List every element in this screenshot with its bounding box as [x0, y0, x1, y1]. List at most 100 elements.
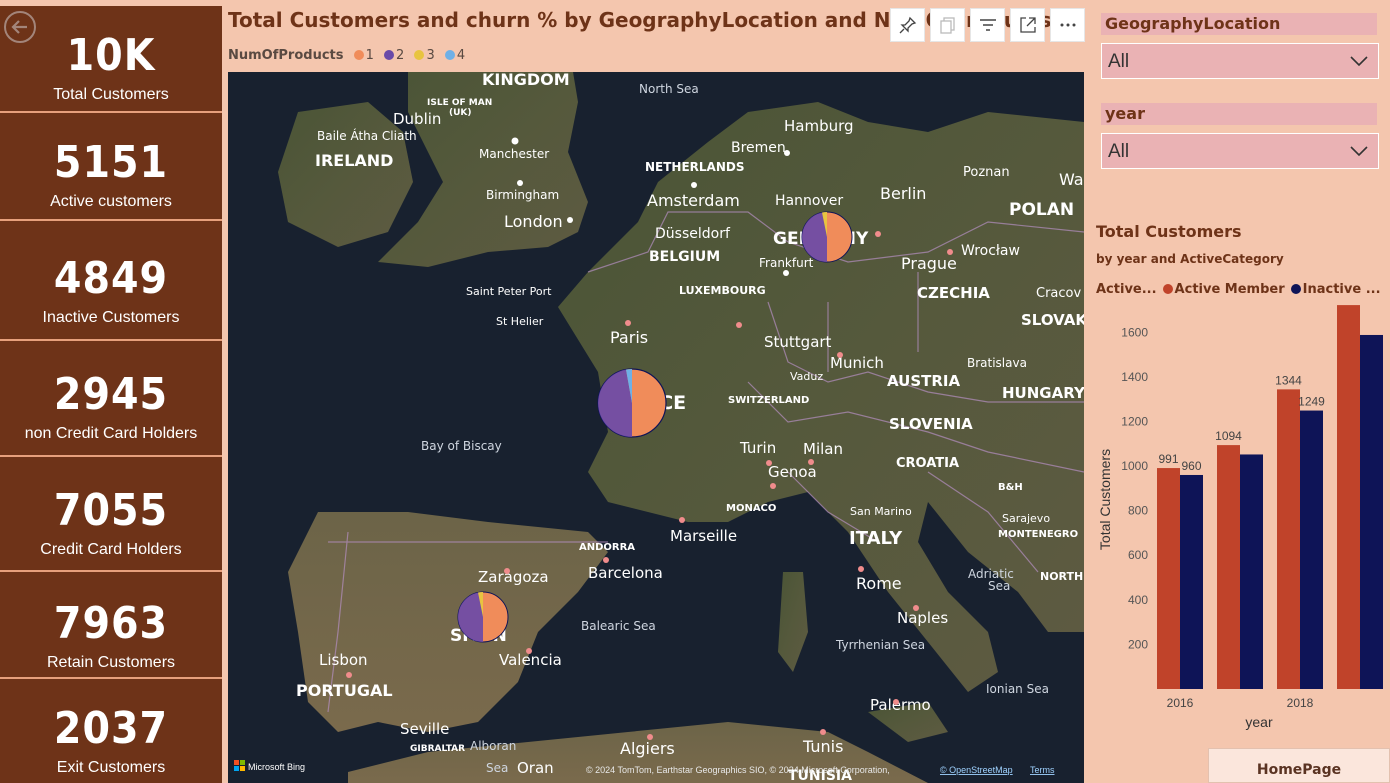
- copy-visual-button[interactable]: [930, 8, 965, 42]
- bar-2018-1[interactable]: [1300, 410, 1323, 689]
- legend-title: Active...: [1096, 282, 1157, 297]
- bar-2017-0[interactable]: [1217, 445, 1240, 689]
- map-label: Algiers: [620, 739, 675, 758]
- y-tick-label: 1000: [1121, 459, 1148, 473]
- microsoft-bing-logo: Microsoft Bing: [234, 760, 305, 772]
- map-area[interactable]: KINGDOM North Sea ISLE OF MAN (UK) Dubli…: [228, 72, 1084, 783]
- y-tick-label: 1600: [1121, 325, 1148, 339]
- map-label: Alboran: [470, 739, 516, 753]
- slicer-value: All: [1108, 141, 1130, 162]
- map-label: CROATIA: [896, 456, 959, 471]
- map-label: North Sea: [639, 82, 699, 96]
- openstreetmap-link[interactable]: © OpenStreetMap: [940, 765, 1013, 775]
- bar-2016-1[interactable]: [1180, 474, 1203, 689]
- spain-pie[interactable]: [457, 591, 509, 643]
- copy-icon: [939, 17, 955, 34]
- map-label: Birmingham: [486, 188, 559, 202]
- map-legend-item-4[interactable]: 4: [444, 48, 466, 63]
- data-label: 1249: [1298, 395, 1325, 409]
- map-label: Saint Peter Port: [466, 285, 552, 298]
- geography-slicer-title: GeographyLocation: [1101, 13, 1377, 35]
- map-label: Vaduz: [790, 370, 823, 383]
- bar-2016-0[interactable]: [1157, 468, 1180, 689]
- map-label: ITALY: [849, 528, 903, 549]
- y-tick-label: 600: [1128, 548, 1148, 562]
- map-label: SLOVENIA: [889, 415, 973, 433]
- map-label: ISLE OF MAN: [427, 98, 492, 108]
- map-label: NORTH: [1040, 570, 1083, 583]
- germany-pie[interactable]: [801, 211, 853, 263]
- map-label: ANDORRA: [579, 542, 635, 553]
- bar-2019-1[interactable]: [1360, 334, 1383, 689]
- bar-chart-title: Total Customers: [1096, 222, 1242, 241]
- map-label: Sarajevo: [1002, 512, 1050, 525]
- kpi-value: 2037: [53, 703, 169, 754]
- map-label: St Helier: [496, 315, 544, 328]
- map-label: Palermo: [870, 696, 931, 714]
- filter-button[interactable]: [970, 8, 1005, 42]
- legend-dot-icon: [1290, 284, 1301, 294]
- france-pie[interactable]: [597, 368, 667, 438]
- map-legend-item-2[interactable]: 2: [384, 48, 404, 63]
- y-tick-label: 400: [1128, 593, 1148, 607]
- map-label: B&H: [998, 482, 1023, 493]
- legend-dot-icon: [384, 50, 395, 60]
- map-legend-item-3[interactable]: 3: [414, 48, 435, 63]
- legend-dot-icon: [444, 50, 455, 60]
- map-label: Marseille: [670, 527, 737, 545]
- map-label: Genoa: [768, 463, 817, 481]
- map-label: AUSTRIA: [887, 372, 960, 390]
- legend-label: 4: [456, 48, 466, 63]
- legend-label: 3: [426, 48, 435, 63]
- pin-visual-button[interactable]: [890, 8, 925, 42]
- slicer-value: All: [1108, 51, 1130, 72]
- map-label: Stuttgart: [764, 333, 832, 351]
- map-label: Wrocław: [961, 243, 1020, 259]
- kpi-label: Credit Card Holders: [40, 541, 182, 558]
- x-tick-label: 2018: [1287, 696, 1314, 710]
- map-label: Prague: [901, 254, 957, 273]
- bar-chart-legend: Active... Active Member Inactive ...: [1096, 282, 1381, 297]
- legend-dot-icon: [414, 50, 425, 60]
- bar-2018-0[interactable]: [1277, 389, 1300, 689]
- legend-dot-icon: [1162, 284, 1173, 294]
- focus-mode-button[interactable]: [1010, 8, 1045, 42]
- more-options-icon: [1060, 23, 1075, 27]
- map-label: SWITZERLAND: [728, 395, 809, 406]
- map-label: (UK): [449, 108, 472, 118]
- homepage-button[interactable]: HomePage: [1208, 748, 1390, 783]
- map-label: Paris: [610, 328, 648, 347]
- data-label: 1722: [1335, 300, 1362, 303]
- y-axis-label: Total Customers: [1097, 449, 1113, 550]
- terms-link[interactable]: Terms: [1030, 765, 1055, 775]
- map-label: Zaragoza: [478, 568, 549, 586]
- map-label: BELGIUM: [649, 249, 720, 265]
- bar-chart-subtitle: by year and ActiveCategory: [1096, 252, 1284, 266]
- legend-item-active-member[interactable]: Active Member: [1175, 282, 1285, 297]
- kpi-value: 7963: [53, 598, 169, 649]
- legend-dot-icon: [353, 50, 364, 60]
- legend-item-inactive[interactable]: Inactive ...: [1303, 282, 1381, 297]
- bar-2019-0[interactable]: [1337, 305, 1360, 689]
- map-label: Barcelona: [588, 564, 663, 582]
- geography-slicer-dropdown[interactable]: All: [1101, 43, 1379, 79]
- map-label: LUXEMBOURG: [679, 284, 766, 297]
- map-legend-item-1[interactable]: 1: [353, 48, 374, 63]
- map-label: Seville: [400, 720, 449, 738]
- map-label: Naples: [897, 609, 948, 627]
- kpi-card-non-credit-card-holders: 2945 non Credit Card Holders: [0, 341, 222, 457]
- kpi-value: 5151: [53, 137, 169, 188]
- data-label: 1344: [1275, 373, 1302, 387]
- map-label: Amsterdam: [647, 191, 740, 210]
- pin-icon: [899, 16, 916, 34]
- bar-chart[interactable]: 200 400 600 800 1000 1200 1400 1600 Total Custom…: [1090, 300, 1390, 740]
- year-slicer-dropdown[interactable]: All: [1101, 133, 1379, 169]
- legend-label: 1: [365, 48, 374, 63]
- data-label: 1094: [1215, 429, 1242, 443]
- map-label: GIBRALTAR: [410, 744, 465, 754]
- map-label: Rome: [856, 574, 902, 593]
- bar-2017-1[interactable]: [1240, 454, 1263, 689]
- kpi-value: 2945: [53, 369, 169, 420]
- more-options-button[interactable]: [1050, 8, 1085, 42]
- kpi-label: Inactive Customers: [42, 309, 180, 326]
